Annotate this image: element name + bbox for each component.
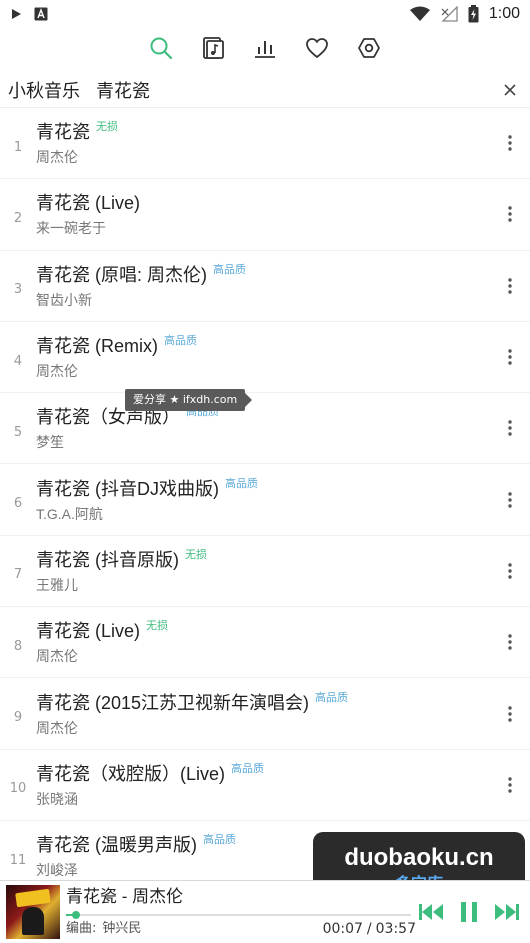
song-row[interactable]: 2 青花瓷 (Live) 来一碗老于 [0,179,530,251]
quality-badge: 高品质 [315,690,349,704]
song-row[interactable]: 9 青花瓷 (2015江苏卫视新年演唱会) 高品质周杰伦 [0,678,530,750]
quality-badge: 高品质 [203,833,236,847]
song-title: 青花瓷 (抖音DJ戏曲版) [36,478,219,499]
close-icon[interactable] [498,78,522,102]
quality-badge: 高品质 [164,334,197,348]
song-artist: 周杰伦 [36,719,78,736]
song-index: 6 [13,496,23,512]
album-art[interactable] [6,885,60,939]
song-artist: 智齿小新 [36,291,92,308]
song-index: 7 [13,567,23,583]
song-index: 1 [13,139,23,155]
more-vert-icon[interactable] [490,622,530,662]
song-artist: 张晓涵 [36,790,78,807]
song-artist: 来一碗老于 [36,220,106,237]
player-bar[interactable]: 青花瓷 - 周杰伦 编曲: 钟兴民 00:07 / 03:57 [0,880,530,943]
song-title: 青花瓷 (Live) [36,621,141,642]
quality-badge: 无损 [146,619,169,633]
music-file-icon[interactable] [200,35,226,61]
song-title: 青花瓷 (温暖男声版) [36,835,197,856]
top-nav [0,28,530,68]
pause-icon[interactable] [454,897,484,927]
signal-icon [440,6,458,22]
title-bar: 小秋音乐 青花瓷 [0,72,530,108]
song-index: 8 [13,638,23,654]
song-artist: 周杰伦 [36,648,78,665]
song-title: 青花瓷 (抖音原版) [36,549,179,570]
song-index: 2 [13,210,23,226]
more-vert-icon[interactable] [490,551,530,591]
song-artist: 王雅儿 [36,576,78,593]
song-artist: T.G.A.阿航 [36,505,103,522]
song-row[interactable]: 1 青花瓷 无损周杰伦 [0,108,530,180]
more-vert-icon[interactable] [490,123,530,163]
wifi-icon [409,6,430,22]
song-row[interactable]: 7 青花瓷 (抖音原版) 无损王雅儿 [0,536,530,608]
more-vert-icon[interactable] [490,765,530,805]
time-separator: / [366,921,372,937]
composer-label: 编曲: [66,921,97,936]
chart-icon[interactable] [252,35,278,61]
song-index: 10 [9,781,27,797]
progress-bar[interactable] [66,910,411,920]
quality-badge: 高品质 [231,761,265,775]
song-artist: 梦笙 [36,434,64,451]
song-title: 青花瓷（戏腔版）(Live) [36,763,226,784]
song-row[interactable]: 3 青花瓷 (原唱: 周杰伦) 高品质智齿小新 [0,251,530,322]
song-row[interactable]: 5 青花瓷（女声版） 高品质 梦笙 [0,393,530,465]
watermark-en: duobaoku.cn [344,844,494,871]
search-query: 青花瓷 [96,80,150,101]
a-notification-icon [34,7,48,21]
heart-icon[interactable] [304,35,330,61]
player-title: 青花瓷 - 周杰伦 [66,887,184,906]
more-vert-icon[interactable] [490,480,530,520]
previous-icon[interactable] [416,897,446,927]
time-total: 03:57 [375,921,416,937]
song-index: 11 [9,852,27,868]
app-name: 小秋音乐 [8,80,80,101]
composer-name: 钟兴民 [102,921,142,936]
song-title: 青花瓷 (原唱: 周杰伦) [36,264,207,285]
more-vert-icon[interactable] [490,408,530,448]
song-index: 3 [13,282,23,298]
more-vert-icon[interactable] [490,337,530,377]
battery-icon [468,5,479,23]
more-vert-icon[interactable] [490,266,530,306]
song-artist: 周杰伦 [36,149,78,166]
next-icon[interactable] [492,897,522,927]
song-artist: 周杰伦 [36,363,78,380]
song-title: 青花瓷 (Live) [36,193,141,214]
play-icon [10,8,22,20]
player-controls [416,897,522,927]
quality-badge: 高品质 [225,476,258,490]
song-index: 5 [13,424,23,440]
song-row[interactable]: 8 青花瓷 (Live) 无损周杰伦 [0,607,530,679]
time-current: 00:07 [322,921,363,937]
song-index: 4 [13,353,23,369]
player-info: 青花瓷 - 周杰伦 编曲: 钟兴民 00:07 / 03:57 [66,886,416,938]
quality-badge: 无损 [96,120,118,134]
progress-thumb[interactable] [72,911,81,919]
song-row[interactable]: 4 青花瓷 (Remix) 高品质周杰伦 [0,322,530,394]
song-title: 青花瓷 [36,122,90,143]
song-row[interactable]: 10 青花瓷（戏腔版）(Live) 高品质张晓涵 [0,750,530,821]
song-title: 青花瓷 (2015江苏卫视新年演唱会) [36,692,310,713]
status-bar: 1:00 [0,0,530,28]
song-title: 青花瓷 (Remix) [36,336,158,357]
song-row[interactable]: 6 青花瓷 (抖音DJ戏曲版) 高品质 T.G.A.阿航 [0,464,530,536]
quality-badge: 高品质 [213,262,246,276]
song-list: 1 青花瓷 无损 周杰伦 2 青花瓷 (Live) 来一碗老于 3 青花瓷 (原唱: 周杰伦) 高… [0,108,530,893]
watermark-tag: 爱分享 ★ ifxdh.com [125,389,253,411]
status-time: 1:00 [488,5,520,22]
more-vert-icon[interactable] [490,194,530,234]
more-vert-icon[interactable] [490,694,530,734]
quality-badge: 无损 [185,547,207,561]
settings-icon[interactable] [356,35,382,61]
song-index: 9 [13,710,23,726]
search-icon[interactable] [148,35,174,61]
